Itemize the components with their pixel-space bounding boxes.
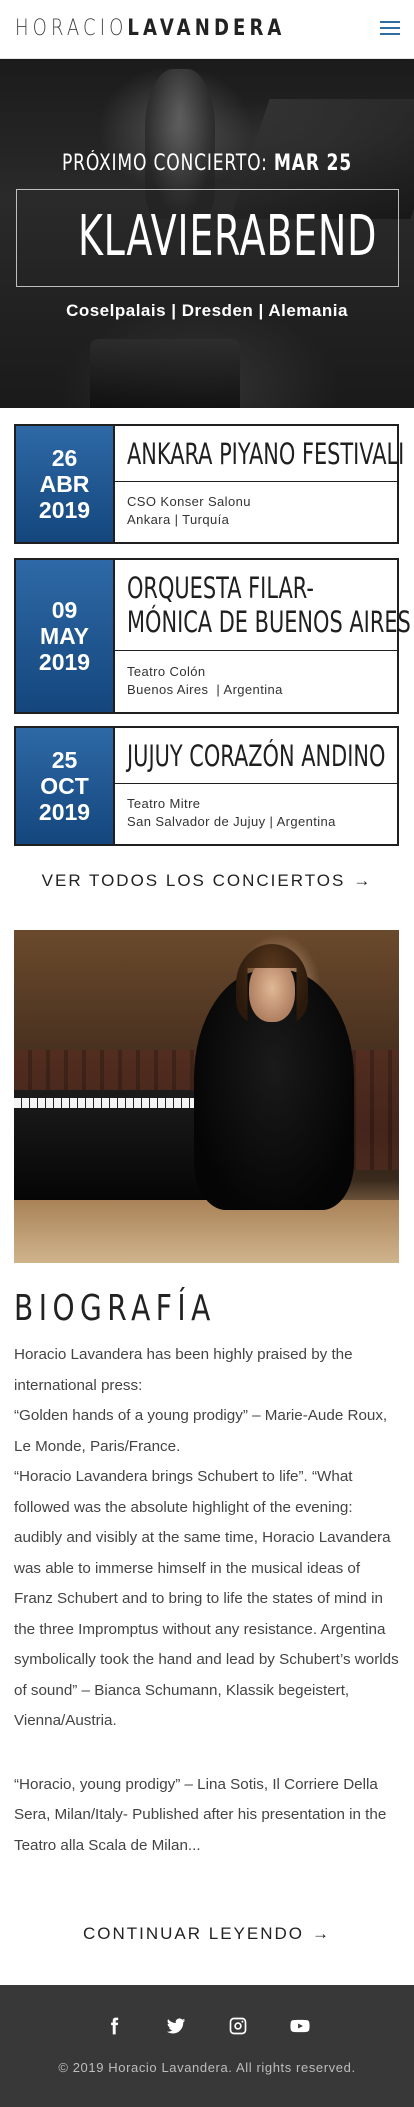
- concert-title-line: MÓNICA DE BUENOS AIRES: [127, 605, 411, 639]
- continue-reading-label: CONTINUAR LEYENDO: [82, 1924, 305, 1943]
- biography-paragraph: “Horacio, young prodigy” – Lina Sotis, I…: [14, 1775, 387, 1854]
- youtube-icon[interactable]: [289, 2015, 311, 2037]
- concert-date-box: 09 MAY 2019: [16, 560, 113, 712]
- portrait-face: [249, 960, 295, 1022]
- arrow-right-icon: →: [353, 871, 373, 890]
- concert-day: 09: [51, 597, 78, 623]
- concert-info: CSO Konser Salonu Ankara | Turquía: [113, 480, 397, 542]
- portrait-piano-keys: [14, 1098, 204, 1108]
- concert-year: 2019: [38, 649, 91, 675]
- next-concert-date: MAR 25: [273, 151, 353, 176]
- concert-day: 26: [51, 445, 78, 471]
- see-all-label: VER TODOS LOS CONCIERTOS: [41, 871, 346, 890]
- hero-next-concert: PRÓXIMO CONCIERTO: MAR 25 KLAVIERABEND C…: [0, 59, 414, 408]
- concert-month: MAY: [40, 623, 89, 649]
- logo-last-name: LAVANDERA: [127, 16, 286, 41]
- concert-month: ABR: [39, 471, 90, 497]
- concert-location: Ankara | Turquía: [127, 512, 230, 527]
- concert-title: ORQUESTA FILAR- MÓNICA DE BUENOS AIRES: [127, 571, 411, 639]
- next-concert-venue: Coselpalais | Dresden | Alemania: [66, 301, 348, 320]
- concert-year: 2019: [38, 497, 91, 523]
- concert-title-area: ORQUESTA FILAR- MÓNICA DE BUENOS AIRES: [113, 560, 411, 651]
- social-links: [0, 2015, 414, 2037]
- concert-card[interactable]: 09 MAY 2019 ORQUESTA FILAR- MÓNICA DE BU…: [14, 558, 411, 714]
- concert-date-box: 25 OCT 2019: [16, 728, 113, 844]
- next-concert-label: PRÓXIMO CONCIERTO: MAR 25: [46, 151, 369, 176]
- concert-date-box: 26 ABR 2019: [16, 426, 113, 542]
- concert-card[interactable]: 26 ABR 2019 ANKARA PIYANO FESTIVALI CSO …: [14, 424, 404, 544]
- concert-title: JUJUY CORAZÓN ANDINO: [127, 738, 386, 773]
- concert-month: OCT: [40, 773, 89, 799]
- next-concert-title-box[interactable]: KLAVIERABEND: [16, 189, 399, 287]
- concert-title-area: ANKARA PIYANO FESTIVALI: [113, 426, 404, 482]
- concert-venue: Teatro Mitre: [127, 796, 201, 811]
- continue-reading-link[interactable]: CONTINUAR LEYENDO →: [0, 1924, 414, 1944]
- site-header: HORACIO LAVANDERA: [0, 0, 414, 59]
- twitter-icon[interactable]: [165, 2015, 187, 2037]
- concert-info: Teatro Colón Buenos Aires | Argentina: [113, 649, 397, 712]
- next-concert-prefix: PRÓXIMO CONCIERTO:: [61, 151, 268, 176]
- site-footer: © 2019 Horacio Lavandera. All rights res…: [0, 1985, 414, 2107]
- concert-title-line: ORQUESTA FILAR-: [127, 571, 314, 605]
- concert-card[interactable]: 25 OCT 2019 JUJUY CORAZÓN ANDINO Teatro …: [14, 726, 399, 846]
- facebook-icon[interactable]: [103, 2015, 125, 2037]
- biography-text: Horacio Lavandera has been highly praise…: [14, 1340, 400, 1861]
- arrow-right-icon: →: [312, 1924, 332, 1943]
- concert-location: Buenos Aires | Argentina: [127, 681, 283, 697]
- concert-year: 2019: [38, 799, 91, 825]
- artist-portrait-photo: [14, 930, 399, 1263]
- biography-paragraph: “Golden hands of a young prodigy” – Mari…: [14, 1407, 388, 1455]
- concert-venue: CSO Konser Salonu: [127, 494, 251, 509]
- concert-title-area: JUJUY CORAZÓN ANDINO: [113, 728, 397, 784]
- logo-first-name: HORACIO: [15, 16, 128, 41]
- biography-paragraph: “Horacio Lavandera brings Schubert to li…: [14, 1468, 399, 1729]
- copyright-text: © 2019 Horacio Lavandera. All rights res…: [58, 2060, 356, 2075]
- see-all-concerts-link[interactable]: VER TODOS LOS CONCIERTOS →: [0, 871, 414, 891]
- next-concert-title: KLAVIERABEND: [77, 204, 378, 269]
- site-logo[interactable]: HORACIO LAVANDERA: [15, 16, 285, 41]
- hero-piano-bench: [90, 339, 240, 408]
- hamburger-menu-icon[interactable]: [380, 19, 400, 37]
- instagram-icon[interactable]: [227, 2015, 249, 2037]
- concert-location: San Salvador de Jujuy | Argentina: [127, 814, 336, 829]
- concert-day: 25: [51, 747, 78, 773]
- concert-info: Teatro Mitre San Salvador de Jujuy | Arg…: [113, 782, 397, 844]
- concert-venue: Teatro Colón: [127, 663, 206, 679]
- concert-title: ANKARA PIYANO FESTIVALI: [127, 436, 405, 471]
- biography-heading: BIOGRAFÍA: [14, 1288, 216, 1329]
- biography-paragraph: Horacio Lavandera has been highly praise…: [14, 1346, 353, 1394]
- portrait-stage-floor: [14, 1200, 399, 1263]
